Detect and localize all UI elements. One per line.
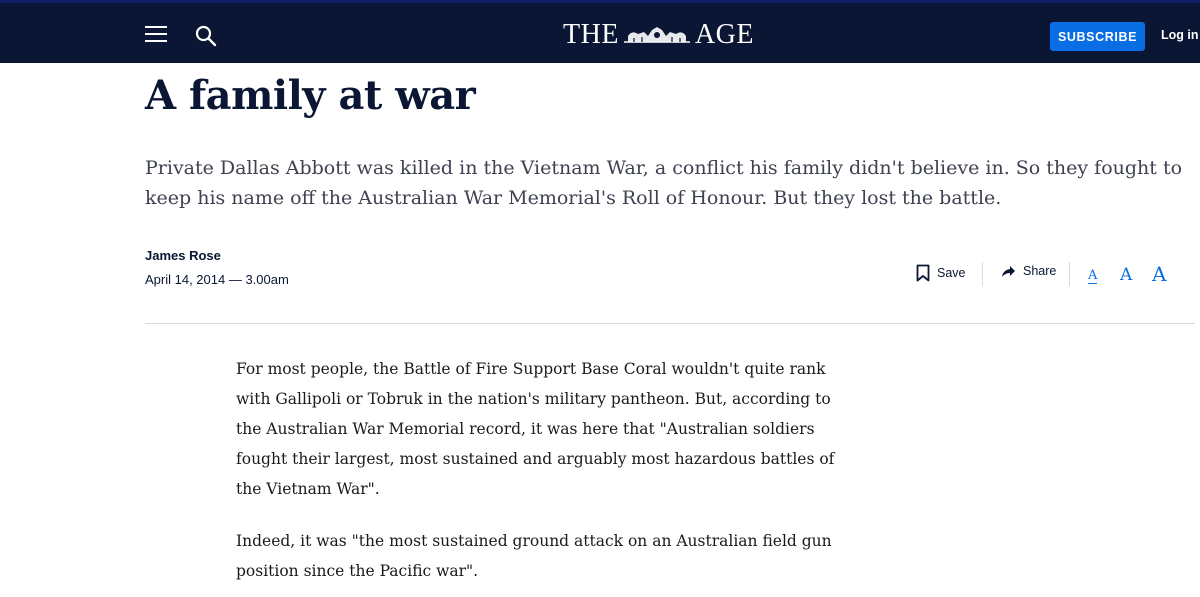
share-arrow-icon: [1002, 265, 1015, 277]
menu-icon[interactable]: [145, 26, 167, 42]
font-size-small-button[interactable]: A: [1088, 268, 1098, 284]
masthead-left-text: THE: [563, 19, 619, 50]
article-standfirst: Private Dallas Abbott was killed in the …: [145, 157, 1183, 209]
font-size-large-button[interactable]: A: [1152, 262, 1166, 286]
subscribe-button[interactable]: SUBSCRIBE: [1050, 22, 1145, 51]
divider: [1069, 262, 1070, 286]
search-icon[interactable]: [194, 24, 218, 48]
login-link[interactable]: Log in: [1161, 28, 1199, 42]
masthead-logo[interactable]: THE AGE: [563, 18, 754, 52]
share-button[interactable]: Share: [1001, 264, 1056, 278]
publish-date: April 14, 2014 — 3.00am: [145, 272, 289, 287]
bookmark-icon: [916, 264, 930, 282]
masthead-crest: [623, 27, 690, 43]
article-headline: A family at war: [145, 72, 476, 119]
share-label: Share: [1023, 264, 1057, 278]
article-paragraph: For most people, the Battle of Fire Supp…: [236, 360, 835, 498]
article-paragraph: Indeed, it was "the most sustained groun…: [236, 532, 832, 580]
site-header: THE AGE SUBSCRIBE Log in: [0, 0, 1200, 63]
font-size-medium-button[interactable]: A: [1120, 265, 1132, 285]
author-name[interactable]: James Rose: [145, 248, 221, 263]
save-label: Save: [937, 266, 966, 280]
masthead-right-text: AGE: [694, 19, 754, 50]
section-divider: [145, 323, 1195, 324]
divider: [982, 262, 983, 286]
save-button[interactable]: Save: [916, 264, 966, 282]
